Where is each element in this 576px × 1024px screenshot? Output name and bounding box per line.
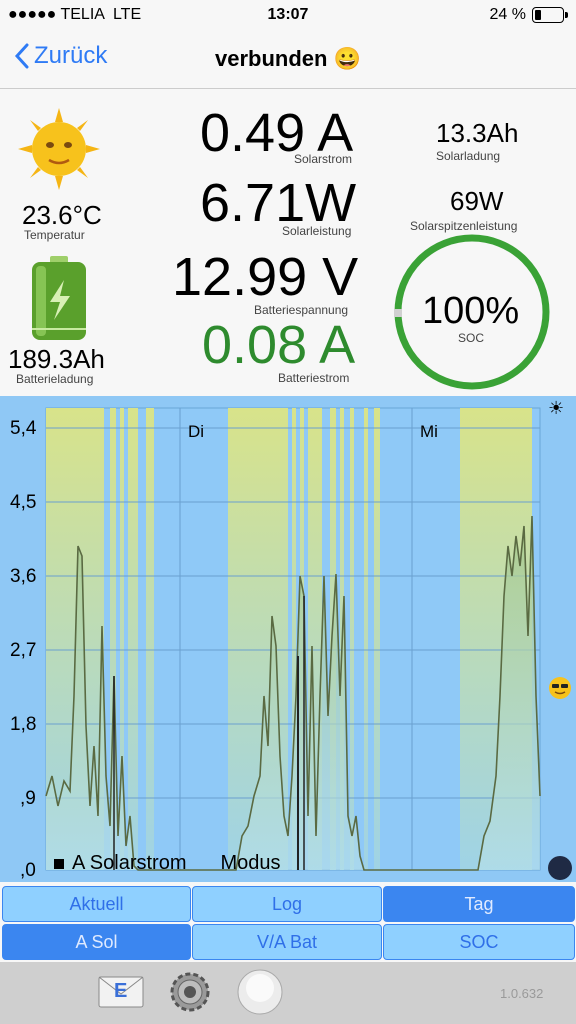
navigation-bar: Zurück verbunden 😀 <box>0 30 576 89</box>
solar-charge-label: Solarladung <box>436 149 501 163</box>
record-button[interactable] <box>236 968 284 1021</box>
temperature-label: Temperatur <box>24 228 85 242</box>
peak-power-label: Solarspitzenleistung <box>410 219 518 233</box>
bottom-toolbar: E 1.0.632 <box>0 962 576 1024</box>
version-label: 1.0.632 <box>500 986 544 1001</box>
y-tick-label: ,9 <box>20 788 36 809</box>
solar-current-label: Solarstrom <box>294 152 353 166</box>
y-tick-label: ,0 <box>20 860 36 881</box>
battery-current-value: 0.08 A <box>202 315 356 375</box>
sunglasses-face-icon <box>548 676 572 705</box>
tab-va-bat[interactable]: V/A Bat <box>192 924 382 960</box>
solar-current-chart[interactable]: 5,4 4,5 3,6 2,7 1,8 ,9 ,0 Di Mi ☀ A Sola… <box>0 396 576 882</box>
battery-charge-icon <box>30 256 88 347</box>
battery-charge-value: 189.3Ah <box>8 344 105 374</box>
battery-icon <box>532 7 568 23</box>
moon-icon <box>548 856 572 880</box>
battery-percent: 24 % <box>489 6 526 23</box>
battery-voltage-value: 12.99 V <box>172 247 359 307</box>
legend-series: A Solarstrom <box>72 852 187 874</box>
y-tick-label: 4,5 <box>10 492 37 513</box>
solar-charge-value: 13.3Ah <box>436 118 519 148</box>
tab-a-sol[interactable]: A Sol <box>2 924 191 960</box>
day-label-di: Di <box>188 422 205 441</box>
day-label-mi: Mi <box>420 422 438 441</box>
circle-button-icon <box>237 969 283 1015</box>
temperature-value: 23.6°C <box>22 200 102 230</box>
mail-button[interactable]: E <box>98 976 144 1013</box>
chart-legend: A Solarstrom Modus <box>54 852 281 875</box>
tab-aktuell[interactable]: Aktuell <box>2 886 191 922</box>
sun-small-icon: ☀ <box>548 398 565 418</box>
soc-label: SOC <box>458 331 485 345</box>
peak-power-value: 69W <box>450 186 504 216</box>
sun-icon <box>18 108 100 195</box>
y-tick-label: 1,8 <box>10 714 37 735</box>
legend-swatch <box>54 858 64 869</box>
battery-charge-label: Batterieladung <box>16 372 94 386</box>
battery-status: 24 % <box>489 6 568 24</box>
gear-icon <box>170 972 210 1012</box>
y-tick-label: 2,7 <box>10 640 37 661</box>
tab-tag[interactable]: Tag <box>383 886 575 922</box>
legend-mode: Modus <box>220 852 281 874</box>
soc-value: 100% <box>422 290 520 332</box>
status-bar: ●●●●● TELIA LTE 13:07 24 % <box>0 0 576 30</box>
chart-svg <box>45 407 572 880</box>
mail-letter: E <box>114 980 128 1002</box>
tab-soc[interactable]: SOC <box>383 924 575 960</box>
page-title: verbunden 😀 <box>215 46 361 71</box>
y-tick-label: 3,6 <box>10 566 37 587</box>
battery-current-label: Batteriestrom <box>278 371 350 385</box>
tab-log[interactable]: Log <box>192 886 382 922</box>
y-tick-label: 5,4 <box>10 418 37 439</box>
settings-button[interactable] <box>168 970 212 1019</box>
solar-power-label: Solarleistung <box>282 224 352 238</box>
